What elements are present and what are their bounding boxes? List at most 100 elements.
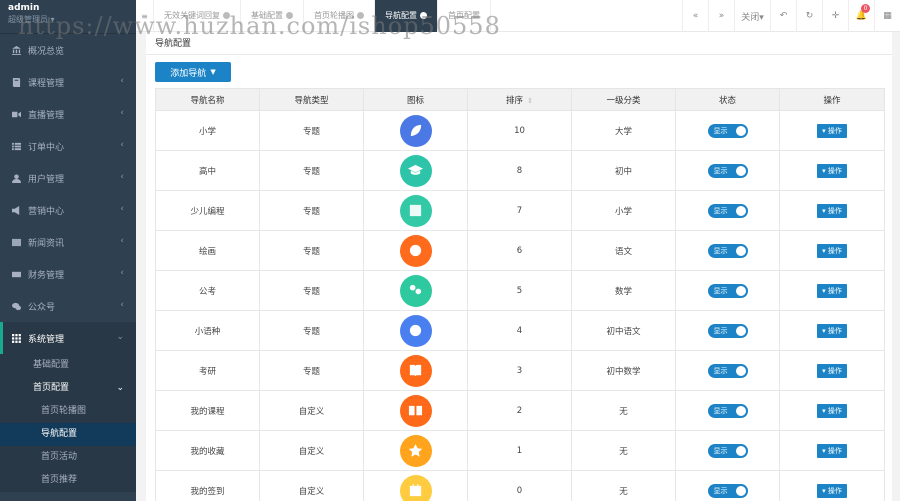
toggle-knob <box>735 445 746 456</box>
subsub-item-nav-config[interactable]: 导航配置 <box>0 423 136 446</box>
status-toggle[interactable]: 显示 <box>707 483 748 498</box>
add-nav-button[interactable]: 添加导航 ▼ <box>155 62 231 82</box>
status-toggle[interactable]: 显示 <box>707 323 748 338</box>
subsub-item-activity[interactable]: 首页活动 <box>0 446 136 469</box>
status-toggle[interactable]: 显示 <box>707 443 748 458</box>
grid-menu-icon[interactable]: ▦ <box>874 0 900 32</box>
toggle-knob <box>735 485 746 496</box>
operate-button[interactable]: ▾ 操作 <box>817 443 847 458</box>
status-label: 显示 <box>713 446 728 455</box>
cell-icon <box>363 390 468 431</box>
cell-action: ▾ 操作 <box>779 350 885 391</box>
cell-status: 显示 <box>675 270 780 311</box>
fullscreen-icon[interactable]: ✛ <box>822 0 848 32</box>
cell-category: 无 <box>571 470 676 501</box>
cell-name: 高中 <box>155 150 260 191</box>
sidebar-item-6[interactable]: 新闻资讯 ‹ <box>0 226 136 258</box>
operate-button[interactable]: ▾ 操作 <box>817 363 847 378</box>
tab-nav-config[interactable]: 导航配置 <box>375 0 438 32</box>
menu-toggle-icon[interactable]: ≡ <box>136 0 154 32</box>
scroll-right-icon[interactable]: » <box>708 0 734 32</box>
profile-name: admin <box>8 3 40 13</box>
operate-button[interactable]: ▾ 操作 <box>817 163 847 178</box>
sidebar-item-8[interactable]: 公众号 ‹ <box>0 290 136 322</box>
operate-button[interactable]: ▾ 操作 <box>817 283 847 298</box>
user-profile[interactable]: admin 超级管理员 ▾ <box>0 0 136 34</box>
cell-icon <box>363 350 468 391</box>
status-toggle[interactable]: 显示 <box>707 363 748 378</box>
close-icon[interactable] <box>357 12 364 19</box>
tab-label: 无效关键词回复 <box>164 11 220 20</box>
tab-label: 首页轮播图 <box>314 11 354 20</box>
status-toggle[interactable]: 显示 <box>707 163 748 178</box>
close-icon[interactable] <box>286 12 293 19</box>
operate-button[interactable]: ▾ 操作 <box>817 323 847 338</box>
col-header-icon[interactable]: 图标 <box>363 88 468 111</box>
status-toggle[interactable]: 显示 <box>707 203 748 218</box>
status-toggle[interactable]: 显示 <box>707 283 748 298</box>
cell-sort: 7 <box>467 190 572 231</box>
sub-item-basic-config[interactable]: 基础配置 <box>0 354 136 377</box>
cell-icon <box>363 270 468 311</box>
table-row: 公考 专题 5 数学 显示 ▾ 操作 <box>155 270 885 311</box>
sub-item-home-config[interactable]: 首页配置 ⌄ <box>0 377 136 400</box>
sidebar-item-1[interactable]: 课程管理 ‹ <box>0 66 136 98</box>
sidebar-item-system[interactable]: 系统管理 ⌄ <box>0 322 136 354</box>
cell-action: ▾ 操作 <box>779 150 885 191</box>
status-label: 显示 <box>713 326 728 335</box>
close-icon[interactable] <box>223 12 230 19</box>
operate-button[interactable]: ▾ 操作 <box>817 243 847 258</box>
sidebar-item-3[interactable]: 订单中心 ‹ <box>0 130 136 162</box>
cell-name: 绘画 <box>155 230 260 271</box>
operate-button[interactable]: ▾ 操作 <box>817 403 847 418</box>
status-toggle[interactable]: 显示 <box>707 243 748 258</box>
subsub-item-recommend[interactable]: 首页推荐 <box>0 469 136 492</box>
money-icon <box>10 269 22 279</box>
col-header-action[interactable]: 操作 <box>779 88 885 111</box>
operate-button[interactable]: ▾ 操作 <box>817 123 847 138</box>
col-header-status[interactable]: 状态 <box>675 88 780 111</box>
sidebar-item-label: 系统管理 <box>28 334 65 345</box>
sidebar-item-5[interactable]: 营销中心 ‹ <box>0 194 136 226</box>
refresh-icon[interactable]: ↻ <box>796 0 822 32</box>
status-toggle[interactable]: 显示 <box>707 123 748 138</box>
status-label: 显示 <box>713 126 728 135</box>
close-icon[interactable] <box>420 12 427 19</box>
chevron-down-icon: ⌄ <box>116 383 124 393</box>
table-row: 高中 专题 8 初中 显示 ▾ 操作 <box>155 150 885 191</box>
status-toggle[interactable]: 显示 <box>707 403 748 418</box>
cell-name: 我的收藏 <box>155 430 260 471</box>
scroll-left-icon[interactable]: « <box>682 0 708 32</box>
profile-role[interactable]: 超级管理员 ▾ <box>8 13 128 27</box>
close-dropdown[interactable]: 关闭▾ <box>734 0 770 32</box>
sidebar-item-2[interactable]: 直播管理 ‹ <box>0 98 136 130</box>
operate-button[interactable]: ▾ 操作 <box>817 483 847 498</box>
sidebar-item-0[interactable]: 概况总览 <box>0 34 136 66</box>
sidebar-item-7[interactable]: 财务管理 ‹ <box>0 258 136 290</box>
sub-item-label: 首页配置 <box>33 383 70 393</box>
col-header-type[interactable]: 导航类型 <box>259 88 364 111</box>
back-icon[interactable]: ↶ <box>770 0 796 32</box>
tab-basic-config[interactable]: 基础配置 <box>241 0 304 32</box>
subsub-item-banner[interactable]: 首页轮播图 <box>0 400 136 423</box>
sidebar-item-4[interactable]: 用户管理 ‹ <box>0 162 136 194</box>
toggle-knob <box>735 245 746 256</box>
bell-icon[interactable]: 🔔 0 <box>848 0 874 32</box>
leaf-icon <box>399 114 432 147</box>
cell-icon <box>363 190 468 231</box>
reader-icon <box>399 394 432 427</box>
col-header-sort[interactable]: 排序 ⇕ <box>467 88 572 111</box>
toggle-knob <box>735 165 746 176</box>
cell-type: 自定义 <box>259 470 364 501</box>
col-header-name[interactable]: 导航名称 <box>155 88 260 111</box>
tab-label: 基础配置 <box>251 11 283 20</box>
tab-keyword-reply[interactable]: 无效关键词回复 <box>154 0 241 32</box>
col-header-category[interactable]: 一级分类 <box>571 88 676 111</box>
tab-home-banner[interactable]: 首页轮播图 <box>304 0 375 32</box>
sidebar-item-label: 营销中心 <box>28 206 65 217</box>
table-header-row: 导航名称 导航类型 图标 排序 ⇕ 一级分类 状态 操作 <box>155 88 885 111</box>
tab-home-config[interactable]: 首页配置 <box>438 0 491 32</box>
star-icon <box>399 434 432 467</box>
operate-button[interactable]: ▾ 操作 <box>817 203 847 218</box>
sort-icon[interactable]: ⇕ <box>527 97 533 105</box>
